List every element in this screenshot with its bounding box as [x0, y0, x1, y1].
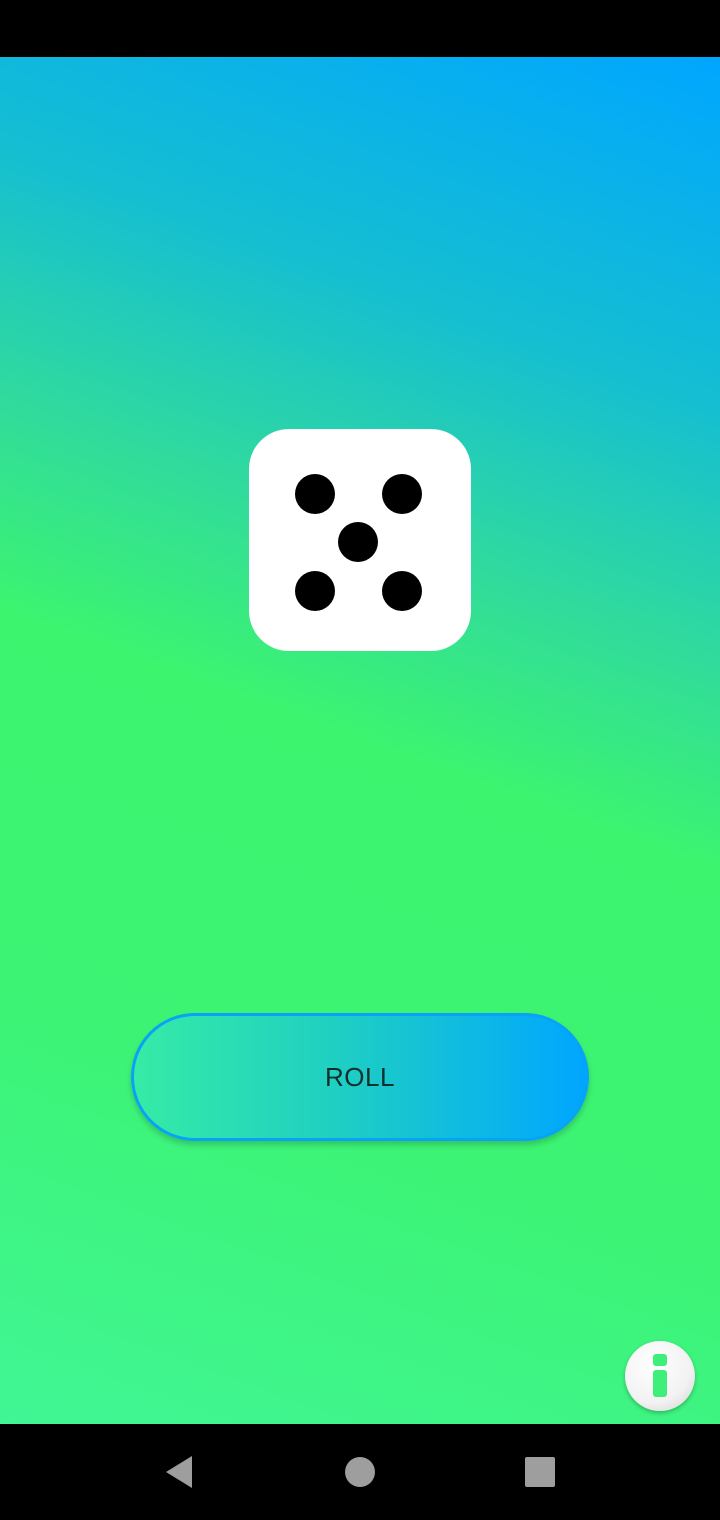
- app-area: ROLL: [0, 57, 720, 1424]
- roll-button[interactable]: ROLL: [131, 1013, 589, 1141]
- info-button[interactable]: [625, 1341, 695, 1411]
- back-triangle-icon: [166, 1456, 192, 1488]
- nav-recents-button[interactable]: [516, 1448, 564, 1496]
- dice-pip: [295, 571, 335, 611]
- home-circle-icon: [345, 1457, 375, 1487]
- dice-pip: [338, 522, 378, 562]
- roll-button-label: ROLL: [325, 1061, 395, 1092]
- recents-square-icon: [525, 1457, 555, 1487]
- screen: ROLL: [0, 0, 720, 1520]
- info-icon: [653, 1354, 667, 1397]
- dice-pip: [295, 474, 335, 514]
- dice-pip: [382, 474, 422, 514]
- navigation-bar: [0, 1424, 720, 1520]
- dice-face-five: [249, 429, 471, 651]
- dice-pip: [382, 571, 422, 611]
- nav-back-button[interactable]: [156, 1448, 204, 1496]
- status-bar: [0, 0, 720, 57]
- nav-home-button[interactable]: [336, 1448, 384, 1496]
